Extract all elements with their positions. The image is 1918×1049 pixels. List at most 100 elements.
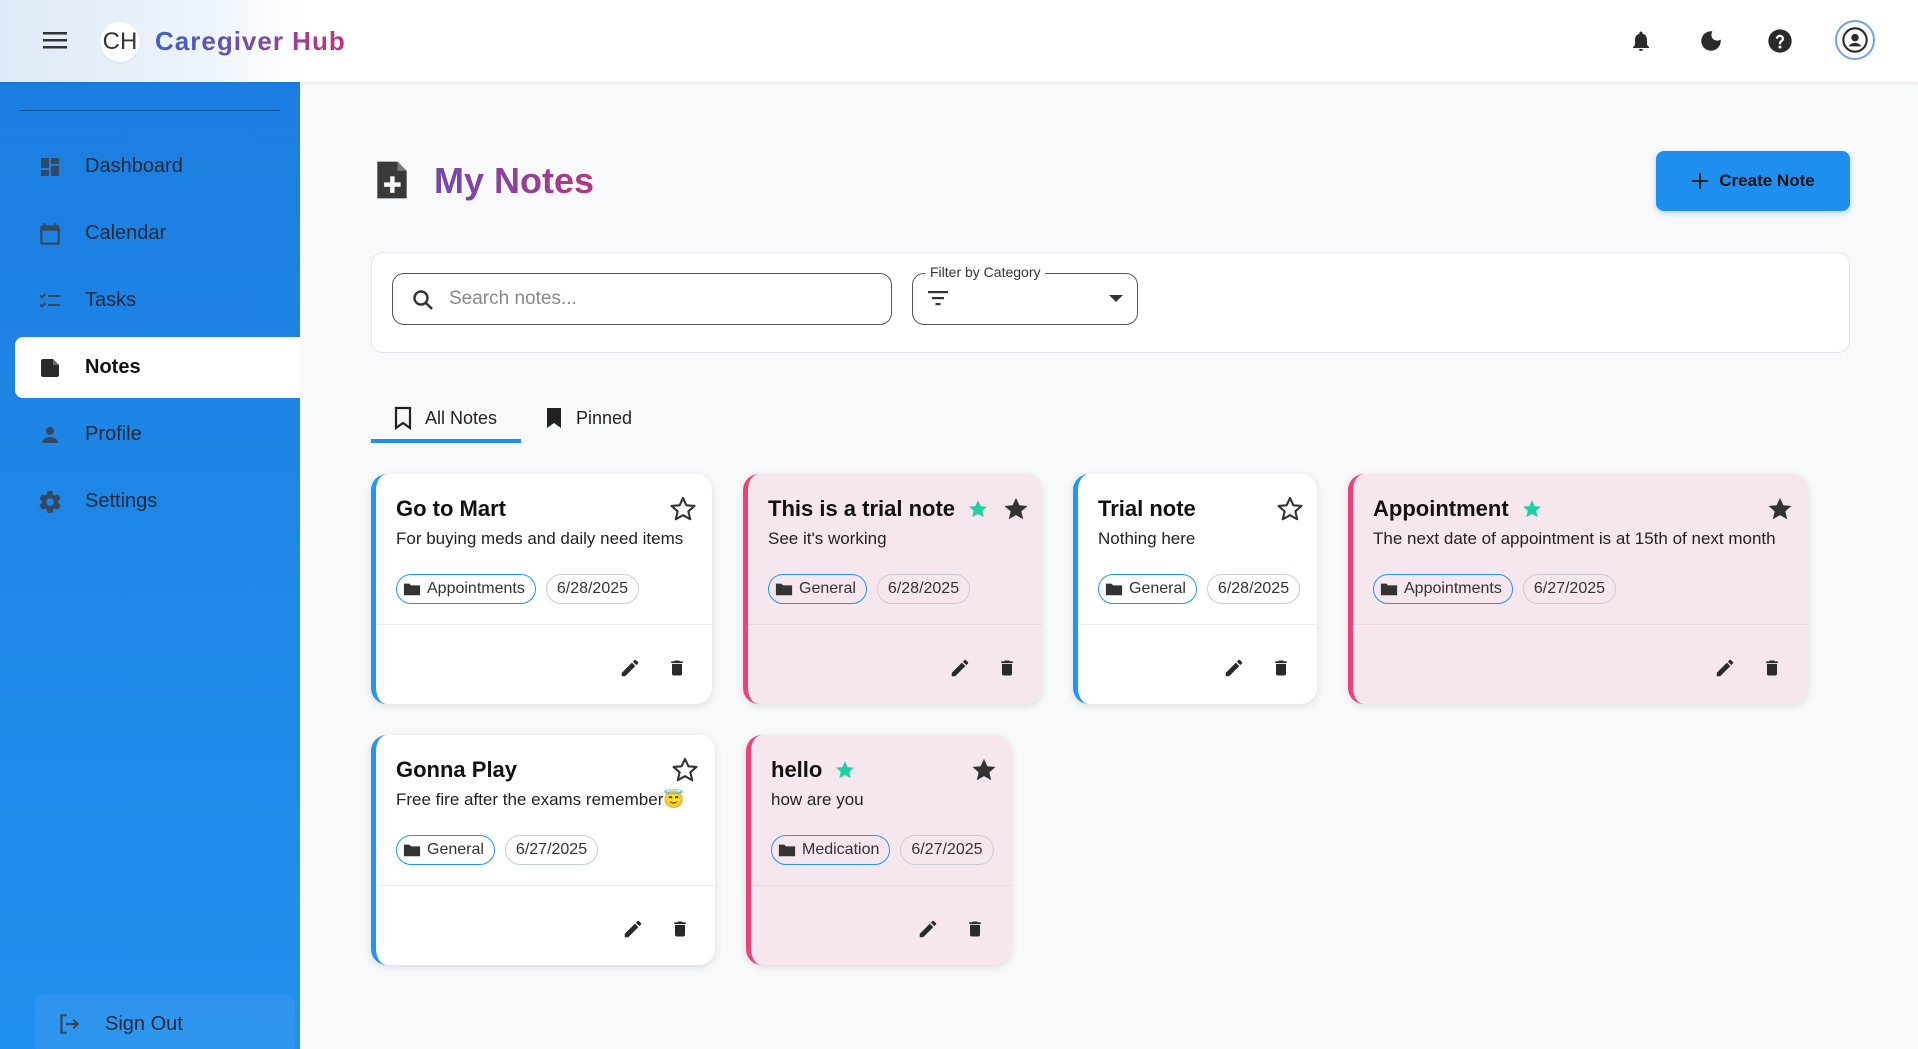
tab-all-notes[interactable]: All Notes	[393, 392, 497, 444]
search-icon	[411, 288, 435, 317]
notifications-button[interactable]	[1622, 22, 1660, 60]
trash-icon	[1766, 660, 1778, 676]
pinned-star-icon	[834, 759, 856, 781]
category-filter-label: Filter by Category	[925, 264, 1046, 280]
sidebar-item-label: Notes	[85, 356, 141, 378]
edit-button[interactable]	[619, 915, 647, 943]
sidebar-item-label: Settings	[85, 490, 158, 512]
note-card[interactable]: Go to Mart For buying meds and daily nee…	[371, 474, 712, 704]
category-chip: General	[1098, 574, 1197, 604]
sign-out-button[interactable]: Sign Out	[35, 994, 295, 1049]
trash-icon	[671, 660, 683, 676]
note-card[interactable]: Gonna Play Free fire after the exams rem…	[371, 735, 715, 965]
tab-label: All Notes	[425, 407, 498, 428]
pencil-icon	[951, 659, 969, 677]
edit-button[interactable]	[946, 654, 974, 682]
note-body: Nothing here	[1098, 529, 1196, 548]
sidebar-item-tasks[interactable]: Tasks	[15, 270, 300, 331]
trash-icon	[1001, 660, 1013, 676]
tab-pinned[interactable]: Pinned	[544, 392, 632, 444]
tab-label: Pinned	[576, 407, 633, 428]
pin-button[interactable]	[668, 494, 698, 524]
unpin-button[interactable]	[969, 755, 999, 785]
card-divider	[376, 885, 715, 886]
folder-icon	[1380, 583, 1398, 596]
note-title: Go to Mart	[396, 496, 506, 521]
note-card[interactable]: hello how are you Medication 6/27/2025	[746, 735, 1011, 965]
category-chip: Appointments	[396, 574, 536, 604]
note-card[interactable]: Appointment The next date of appointment…	[1348, 474, 1808, 704]
sidebar-item-label: Dashboard	[85, 155, 183, 177]
unpin-button[interactable]	[1001, 494, 1031, 524]
pin-button[interactable]	[1275, 494, 1305, 524]
delete-button[interactable]	[663, 654, 691, 682]
delete-button[interactable]	[1267, 654, 1295, 682]
folder-icon	[403, 844, 421, 857]
card-divider	[1078, 624, 1317, 625]
folder-icon	[403, 583, 421, 596]
create-note-label: Create Note	[1719, 171, 1815, 190]
note-body: Free fire after the exams remember😇	[396, 790, 685, 809]
create-note-button[interactable]: Create Note	[1656, 151, 1850, 211]
delete-button[interactable]	[666, 915, 694, 943]
person-icon	[37, 422, 63, 448]
sidebar: Dashboard Calendar Tasks Notes Profile S…	[0, 82, 300, 1049]
card-divider	[1353, 624, 1808, 625]
star-outline-icon	[672, 757, 698, 782]
sidebar-item-notes[interactable]: Notes	[15, 337, 300, 398]
help-button[interactable]	[1761, 22, 1799, 60]
note-title: Appointment	[1373, 496, 1543, 522]
search-field	[392, 273, 892, 325]
folder-icon	[1105, 583, 1123, 596]
delete-button[interactable]	[961, 915, 989, 943]
star-outline-icon	[670, 496, 696, 521]
unpin-button[interactable]	[1765, 494, 1795, 524]
app-header: CH Caregiver Hub	[0, 0, 1918, 82]
category-chip: General	[396, 835, 495, 865]
category-filter-select[interactable]: Filter by Category	[912, 264, 1138, 325]
sidebar-item-dashboard[interactable]: Dashboard	[15, 136, 300, 197]
folder-icon	[775, 583, 793, 596]
delete-button[interactable]	[1758, 654, 1786, 682]
sidebar-item-settings[interactable]: Settings	[15, 471, 300, 532]
note-title: Gonna Play	[396, 757, 518, 782]
date-chip: 6/28/2025	[1206, 574, 1301, 604]
edit-button[interactable]	[1711, 654, 1739, 682]
bookmark-icon	[544, 406, 564, 430]
sidebar-item-profile[interactable]: Profile	[15, 404, 300, 465]
edit-button[interactable]	[616, 654, 644, 682]
logo: CH	[100, 22, 140, 62]
date-chip: 6/28/2025	[545, 574, 640, 604]
note-add-icon	[372, 158, 412, 202]
folder-icon	[778, 844, 796, 857]
active-tab-indicator	[371, 439, 521, 443]
menu-button[interactable]	[38, 22, 74, 58]
theme-toggle-button[interactable]	[1692, 22, 1730, 60]
delete-button[interactable]	[993, 654, 1021, 682]
filter-panel: Filter by Category	[371, 252, 1850, 353]
trash-icon	[674, 921, 686, 937]
pinned-star-icon	[1521, 498, 1543, 520]
date-chip: 6/28/2025	[876, 574, 971, 604]
moon-icon	[1701, 31, 1721, 51]
date-chip: 6/27/2025	[900, 835, 994, 865]
filter-icon	[927, 288, 949, 313]
note-card[interactable]: This is a trial note See it's working Ge…	[743, 474, 1042, 704]
category-chip: Appointments	[1373, 574, 1513, 604]
pencil-icon	[621, 659, 639, 677]
note-title: Trial note	[1098, 496, 1196, 521]
note-card[interactable]: Trial note Nothing here General 6/28/202…	[1073, 474, 1317, 704]
account-button[interactable]	[1835, 20, 1875, 60]
search-input[interactable]	[449, 282, 869, 316]
edit-button[interactable]	[914, 915, 942, 943]
edit-button[interactable]	[1220, 654, 1248, 682]
category-chip: Medication	[771, 835, 891, 865]
pin-button[interactable]	[670, 755, 700, 785]
trash-icon	[1275, 660, 1287, 676]
star-icon	[972, 758, 996, 781]
sign-out-label: Sign Out	[105, 1012, 183, 1035]
note-title: This is a trial note	[768, 496, 989, 522]
account-icon	[1842, 27, 1868, 53]
sidebar-item-calendar[interactable]: Calendar	[15, 203, 300, 264]
card-divider	[748, 624, 1042, 625]
